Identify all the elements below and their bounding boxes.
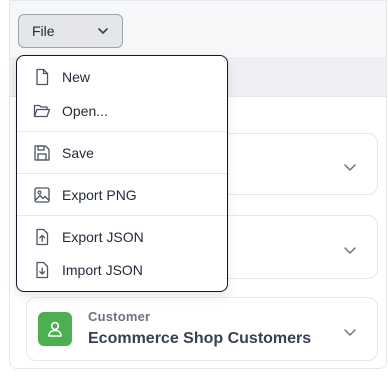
save-icon	[34, 145, 50, 161]
file-icon	[36, 68, 49, 86]
toolbar: File	[10, 1, 386, 59]
menu-item-open[interactable]: Open...	[17, 95, 227, 127]
menu-item-export-png[interactable]: Export PNG	[17, 179, 227, 211]
card-kicker: Customer	[88, 309, 151, 324]
menu-divider	[17, 173, 227, 174]
chevron-down-icon[interactable]	[343, 242, 357, 260]
file-menu-label: File	[32, 23, 55, 39]
customer-card[interactable]: Customer Ecommerce Shop Customers	[26, 297, 378, 361]
chevron-down-icon[interactable]	[343, 159, 357, 177]
image-icon	[34, 187, 50, 203]
chevron-down-icon	[97, 27, 109, 35]
user-icon	[38, 312, 72, 346]
file-dropdown-menu: New Open... Save Export PNG Export JSON	[16, 55, 228, 292]
menu-item-import-json[interactable]: Import JSON	[17, 254, 227, 286]
menu-item-label: Import JSON	[62, 262, 143, 278]
menu-item-save[interactable]: Save	[17, 137, 227, 169]
menu-item-export-json[interactable]: Export JSON	[17, 221, 227, 253]
card-title: Ecommerce Shop Customers	[88, 330, 312, 347]
menu-item-label: New	[62, 69, 91, 85]
menu-item-label: Export PNG	[62, 187, 137, 203]
file-import-icon	[36, 261, 49, 279]
file-export-icon	[36, 228, 49, 246]
folder-open-icon	[33, 104, 51, 118]
menu-item-label: Save	[62, 145, 94, 161]
file-menu-button[interactable]: File	[18, 14, 123, 48]
menu-item-new[interactable]: New	[17, 61, 227, 93]
menu-item-label: Export JSON	[62, 229, 144, 245]
menu-divider	[17, 131, 227, 132]
menu-divider	[17, 215, 227, 216]
chevron-down-icon[interactable]	[343, 324, 357, 342]
menu-item-label: Open...	[62, 103, 108, 119]
